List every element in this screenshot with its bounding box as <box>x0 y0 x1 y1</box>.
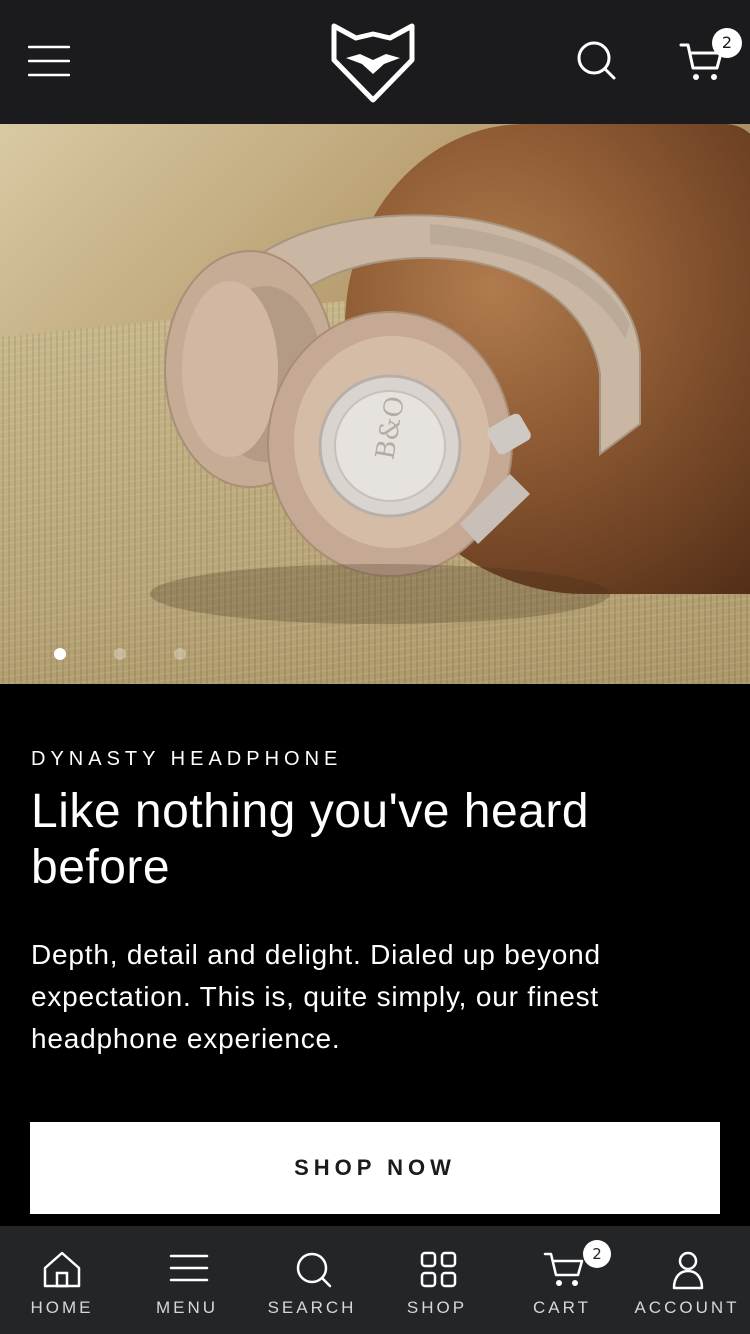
nav-home[interactable]: HOME <box>0 1226 124 1334</box>
nav-account-label: ACCOUNT <box>634 1298 740 1317</box>
nav-search-label: SEARCH <box>267 1298 357 1317</box>
nav-cart-label: CART <box>533 1298 591 1317</box>
fox-logo-icon[interactable] <box>328 20 418 104</box>
nav-shop-label: SHOP <box>406 1298 468 1317</box>
cart-icon <box>542 1248 586 1292</box>
top-header: 2 <box>0 0 750 124</box>
bottom-navigation: HOME MENU SEARCH SHOP CART ACCOUNT <box>0 1226 750 1334</box>
nav-shop[interactable]: SHOP <box>374 1226 499 1334</box>
promo-description: Depth, detail and delight. Dialed up bey… <box>31 939 601 1054</box>
menu-icon <box>167 1248 211 1292</box>
nav-home-label: HOME <box>30 1298 94 1317</box>
search-icon <box>292 1248 336 1292</box>
hero-banner-image[interactable]: B&O <box>0 124 750 684</box>
nav-menu-label: MENU <box>155 1298 219 1317</box>
bottom-cart-count-badge: 2 <box>583 1240 611 1268</box>
cart-count-badge: 2 <box>712 28 742 58</box>
headphone-illustration: B&O <box>150 214 641 624</box>
carousel-dots <box>54 648 194 660</box>
nav-search[interactable]: SEARCH <box>249 1226 374 1334</box>
shop-now-button[interactable]: SHOP NOW <box>30 1122 720 1214</box>
carousel-dot-3[interactable] <box>174 648 186 660</box>
nav-menu[interactable]: MENU <box>124 1226 249 1334</box>
promo-section: DYNASTY HEADPHONE Like nothing you've he… <box>0 684 750 1226</box>
search-icon[interactable] <box>574 38 618 82</box>
nav-account[interactable]: ACCOUNT <box>624 1226 750 1334</box>
carousel-dot-1[interactable] <box>54 648 66 660</box>
carousel-dot-2[interactable] <box>114 648 126 660</box>
grid-icon <box>417 1248 461 1292</box>
product-eyebrow: DYNASTY HEADPHONE <box>31 748 343 770</box>
user-icon <box>666 1248 710 1292</box>
home-icon <box>40 1248 84 1292</box>
promo-headline: Like nothing you've heard before <box>31 785 590 894</box>
hamburger-menu-icon[interactable] <box>27 44 71 78</box>
